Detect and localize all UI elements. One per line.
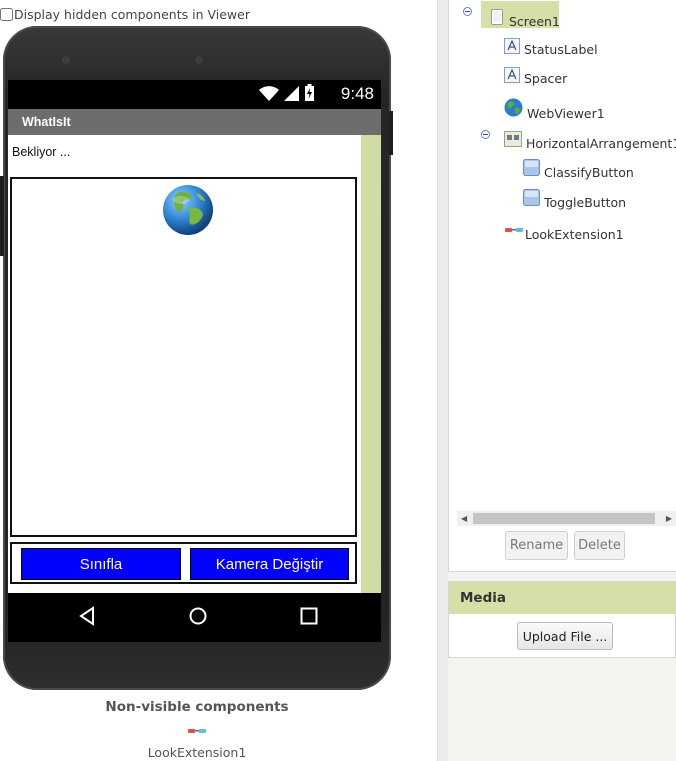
battery-icon xyxy=(305,84,314,101)
panel-divider[interactable] xyxy=(437,0,448,761)
media-panel: Media Upload File ... xyxy=(448,581,676,658)
tree-item-webviewer1[interactable]: WebViewer1 xyxy=(504,94,605,121)
tree-item-statuslabel[interactable]: StatusLabel xyxy=(504,34,598,57)
tree-item-label: LookExtension1 xyxy=(525,227,624,242)
display-hidden-toggle[interactable]: Display hidden components in Viewer xyxy=(0,7,250,22)
tree-item-togglebutton[interactable]: ToggleButton xyxy=(523,185,626,210)
screen-icon xyxy=(491,8,503,25)
nonvisible-components-title: Non-visible components xyxy=(105,699,289,715)
tree-item-screen1[interactable]: Screen1 xyxy=(489,4,560,29)
extension-glasses-icon xyxy=(188,729,206,733)
signal-icon xyxy=(284,86,299,101)
phone-mockup: 9:48 WhatIsIt Bekliyor ... Sınıfla Kamer… xyxy=(0,26,393,690)
toggle-camera-button[interactable]: Kamera Değiştir xyxy=(190,548,349,580)
delete-button[interactable]: Delete xyxy=(574,531,625,560)
label-icon xyxy=(504,66,520,83)
phone-volume-button xyxy=(0,176,4,256)
tree-item-lookextension1[interactable]: LookExtension1 xyxy=(504,218,624,242)
tree-item-horizontalarrangement1[interactable]: HorizontalArrangement1 xyxy=(504,126,676,151)
tree-item-label: Spacer xyxy=(524,71,568,86)
phone-camera-icon xyxy=(195,56,203,64)
phone-power-button xyxy=(389,111,393,155)
scroll-left-icon[interactable]: ◀ xyxy=(461,514,467,523)
button-icon xyxy=(523,159,540,176)
viewer-panel: Display hidden components in Viewer 9:48… xyxy=(0,0,437,761)
horizontal-arrangement-icon xyxy=(504,130,522,147)
label-icon xyxy=(504,37,520,54)
webviewer-globe-icon xyxy=(504,98,523,117)
horizontalarrangement-collapse-icon[interactable] xyxy=(481,130,490,139)
phone-screen: 9:48 WhatIsIt Bekliyor ... Sınıfla Kamer… xyxy=(8,80,381,642)
phone-status-bar: 9:48 xyxy=(8,80,381,109)
tree-item-spacer[interactable]: Spacer xyxy=(504,63,567,86)
tree-item-label: StatusLabel xyxy=(524,42,598,57)
tree-item-label: WebViewer1 xyxy=(527,106,605,121)
home-nav-icon[interactable] xyxy=(188,606,208,626)
components-panel: Screen1 StatusLabel Spacer WebViewer1 Ho… xyxy=(448,0,676,572)
tree-horizontal-scrollbar[interactable]: ◀ ▶ xyxy=(457,511,676,526)
screen1-collapse-icon[interactable] xyxy=(463,7,472,16)
extension-glasses-icon xyxy=(505,228,523,232)
status-label[interactable]: Bekliyor ... xyxy=(12,145,70,159)
webviewer-globe-icon xyxy=(163,185,213,235)
status-time: 9:48 xyxy=(340,84,374,103)
nonvisible-item-lookextension[interactable]: LookExtension1 xyxy=(0,745,394,760)
app-content: Bekliyor ... Sınıfla Kamera Değiştir xyxy=(8,135,381,593)
display-hidden-label: Display hidden components in Viewer xyxy=(14,7,250,22)
tree-item-label: ClassifyButton xyxy=(544,165,634,180)
tree-item-label: ToggleButton xyxy=(544,195,627,210)
tree-item-classifybutton[interactable]: ClassifyButton xyxy=(523,155,634,180)
recents-nav-icon[interactable] xyxy=(299,606,319,626)
media-title: Media xyxy=(449,582,676,614)
screen-scroll-indicator xyxy=(361,135,381,593)
phone-nav-bar xyxy=(8,593,381,642)
scroll-right-icon[interactable]: ▶ xyxy=(666,514,672,523)
display-hidden-checkbox[interactable] xyxy=(0,8,13,21)
button-icon xyxy=(523,189,540,206)
classify-button[interactable]: Sınıfla xyxy=(21,548,181,580)
phone-speaker-icon xyxy=(62,56,70,64)
back-nav-icon[interactable] xyxy=(78,606,96,626)
app-title-bar: WhatIsIt xyxy=(8,109,381,135)
wifi-icon xyxy=(259,86,279,101)
scrollbar-thumb[interactable] xyxy=(473,513,655,524)
tree-item-label: HorizontalArrangement1 xyxy=(526,136,676,151)
upload-file-button[interactable]: Upload File ... xyxy=(517,622,613,650)
tree-item-label: Screen1 xyxy=(509,14,560,29)
rename-button[interactable]: Rename xyxy=(505,531,568,560)
horizontal-arrangement: Sınıfla Kamera Değiştir xyxy=(10,542,357,584)
webviewer[interactable] xyxy=(10,177,357,537)
